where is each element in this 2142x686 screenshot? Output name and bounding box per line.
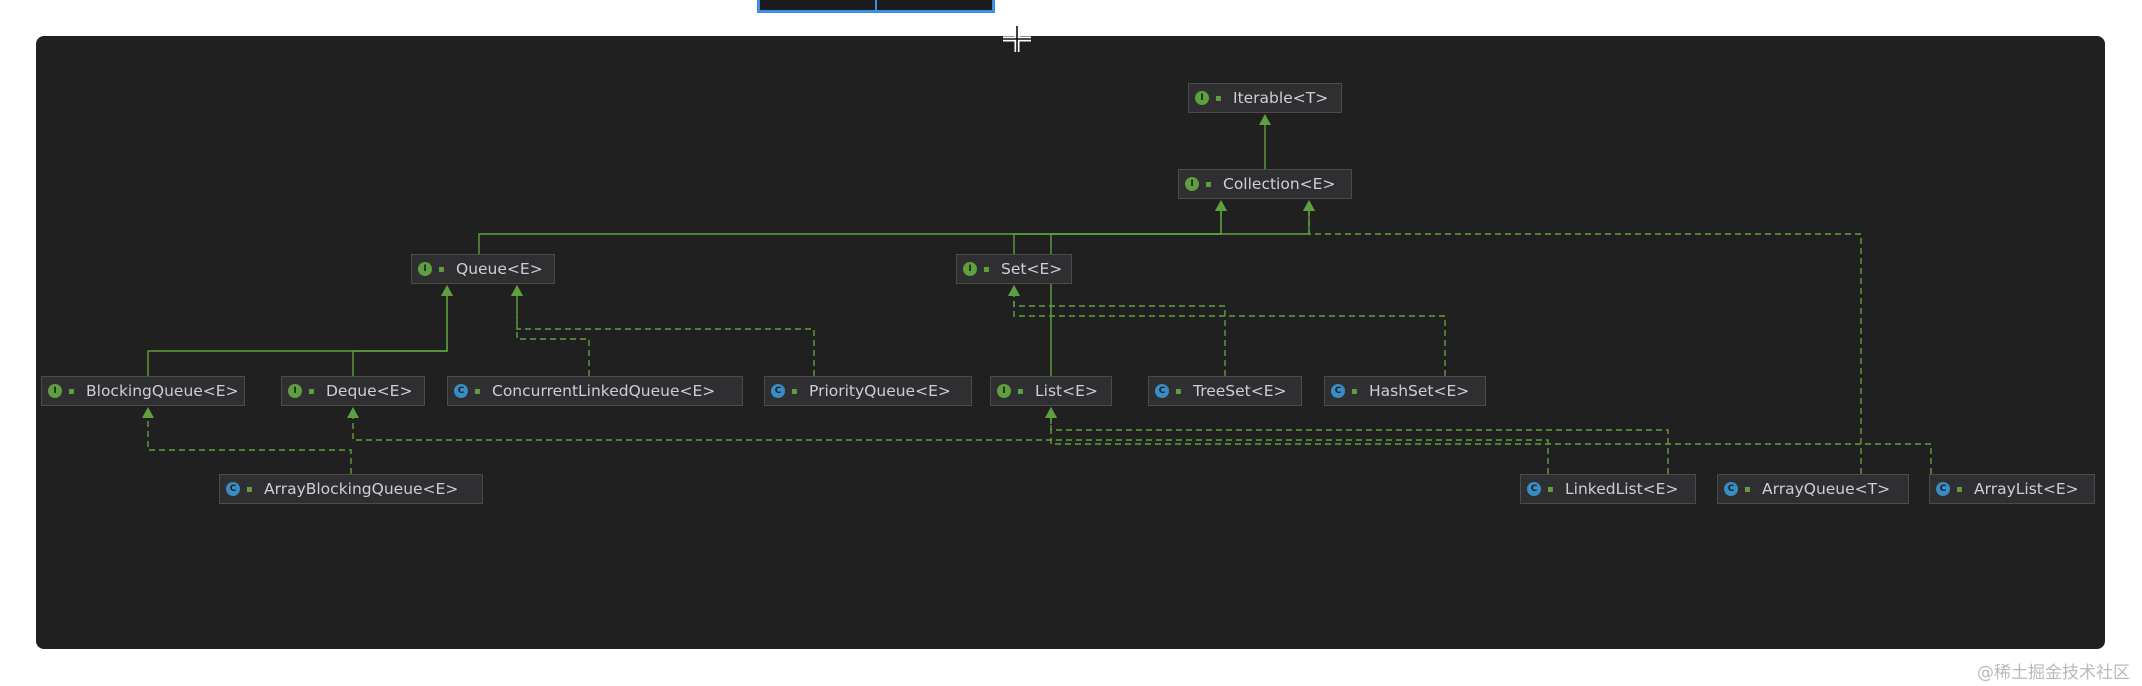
node-set[interactable]: I ▪ Set<E> <box>956 254 1072 284</box>
node-label: PriorityQueue<E> <box>809 382 951 400</box>
node-label: TreeSet<E> <box>1193 382 1287 400</box>
arrowhead-linkedlist-deque <box>347 407 359 418</box>
node-collection[interactable]: I ▪ Collection<E> <box>1178 169 1352 199</box>
edge-set-collection <box>1013 209 1222 254</box>
arrowhead-deque-queue <box>441 285 453 296</box>
node-arraylist[interactable]: C ▪ ArrayList<E> <box>1929 474 2095 504</box>
node-label: Deque<E> <box>326 382 413 400</box>
node-arrayblockingqueue[interactable]: C ▪ ArrayBlockingQueue<E> <box>219 474 483 504</box>
interface-icon: I <box>963 262 977 276</box>
edge-blockingqueue-queue <box>147 294 448 376</box>
node-label: Iterable<T> <box>1233 89 1329 107</box>
crosshair-cursor-icon <box>1003 26 1031 52</box>
public-icon: ▪ <box>308 385 315 397</box>
edge-arrayqueue-collection <box>1308 209 1862 474</box>
interface-icon: I <box>1195 91 1209 105</box>
node-concurrentlinkedqueue[interactable]: C ▪ ConcurrentLinkedQueue<E> <box>447 376 743 406</box>
interface-icon: I <box>48 384 62 398</box>
node-linkedlist[interactable]: C ▪ LinkedList<E> <box>1520 474 1696 504</box>
interface-icon: I <box>288 384 302 398</box>
node-label: ArrayList<E> <box>1974 480 2079 498</box>
diagram-toolbar-strip[interactable] <box>757 0 995 13</box>
edge-list-collection <box>1050 209 1310 376</box>
edge-layer <box>142 114 1932 474</box>
public-icon: ▪ <box>1215 92 1222 104</box>
public-icon: ▪ <box>1175 385 1182 397</box>
class-icon: C <box>1331 384 1345 398</box>
node-iterable[interactable]: I ▪ Iterable<T> <box>1188 83 1342 113</box>
node-label: ArrayBlockingQueue<E> <box>264 480 459 498</box>
arrowhead-set-collection <box>1215 200 1227 211</box>
arrowhead-arrayblockingqueue-blockingqueue <box>142 407 154 418</box>
node-treeset[interactable]: C ▪ TreeSet<E> <box>1148 376 1302 406</box>
node-arrayqueue[interactable]: C ▪ ArrayQueue<T> <box>1717 474 1909 504</box>
edge-hashset-set <box>1013 294 1446 376</box>
node-label: LinkedList<E> <box>1565 480 1679 498</box>
node-blockingqueue[interactable]: I ▪ BlockingQueue<E> <box>41 376 245 406</box>
public-icon: ▪ <box>1744 483 1751 495</box>
public-icon: ▪ <box>474 385 481 397</box>
class-icon: C <box>454 384 468 398</box>
node-label: List<E> <box>1035 382 1098 400</box>
node-label: Collection<E> <box>1223 175 1336 193</box>
edge-deque-queue <box>352 294 448 376</box>
class-icon: C <box>771 384 785 398</box>
node-queue[interactable]: I ▪ Queue<E> <box>411 254 555 284</box>
edge-arraylist-list <box>1050 416 1932 474</box>
node-label: ConcurrentLinkedQueue<E> <box>492 382 716 400</box>
class-icon: C <box>226 482 240 496</box>
node-label: HashSet<E> <box>1369 382 1470 400</box>
interface-icon: I <box>418 262 432 276</box>
toolbar-divider <box>875 0 877 10</box>
class-icon: C <box>1936 482 1950 496</box>
edge-linkedlist-deque <box>352 416 1549 474</box>
arrowhead-arrayqueue-collection <box>1303 200 1315 211</box>
edge-arrayblockingqueue-blockingqueue <box>147 416 352 474</box>
public-icon: ▪ <box>1956 483 1963 495</box>
node-label: BlockingQueue<E> <box>86 382 239 400</box>
interface-icon: I <box>997 384 1011 398</box>
arrowhead-collection-iterable <box>1259 114 1271 125</box>
edge-queue-collection <box>478 209 1222 254</box>
public-icon: ▪ <box>1017 385 1024 397</box>
node-label: Set<E> <box>1001 260 1063 278</box>
arrowhead-arraylist-list <box>1045 407 1057 418</box>
node-list[interactable]: I ▪ List<E> <box>990 376 1112 406</box>
public-icon: ▪ <box>1351 385 1358 397</box>
node-label: ArrayQueue<T> <box>1762 480 1891 498</box>
class-icon: C <box>1724 482 1738 496</box>
class-icon: C <box>1155 384 1169 398</box>
arrowhead-hashset-set <box>1008 285 1020 296</box>
public-icon: ▪ <box>246 483 253 495</box>
node-priorityqueue[interactable]: C ▪ PriorityQueue<E> <box>764 376 972 406</box>
class-icon: C <box>1527 482 1541 496</box>
interface-icon: I <box>1185 177 1199 191</box>
edge-linkedlist-list <box>1050 416 1669 474</box>
edge-treeset-set <box>1013 294 1226 376</box>
public-icon: ▪ <box>791 385 798 397</box>
public-icon: ▪ <box>1205 178 1212 190</box>
edge-priorityqueue-queue <box>516 294 815 376</box>
watermark: @稀土掘金技术社区 <box>1977 663 2130 683</box>
node-hashset[interactable]: C ▪ HashSet<E> <box>1324 376 1486 406</box>
edge-concurrentlinkedqueue-queue <box>516 294 590 376</box>
public-icon: ▪ <box>983 263 990 275</box>
node-label: Queue<E> <box>456 260 543 278</box>
node-deque[interactable]: I ▪ Deque<E> <box>281 376 425 406</box>
arrowhead-priorityqueue-queue <box>511 285 523 296</box>
diagram-canvas: I ▪ Iterable<T> I ▪ Collection<E> I ▪ Queue… <box>36 36 2105 649</box>
public-icon: ▪ <box>68 385 75 397</box>
public-icon: ▪ <box>438 263 445 275</box>
public-icon: ▪ <box>1547 483 1554 495</box>
